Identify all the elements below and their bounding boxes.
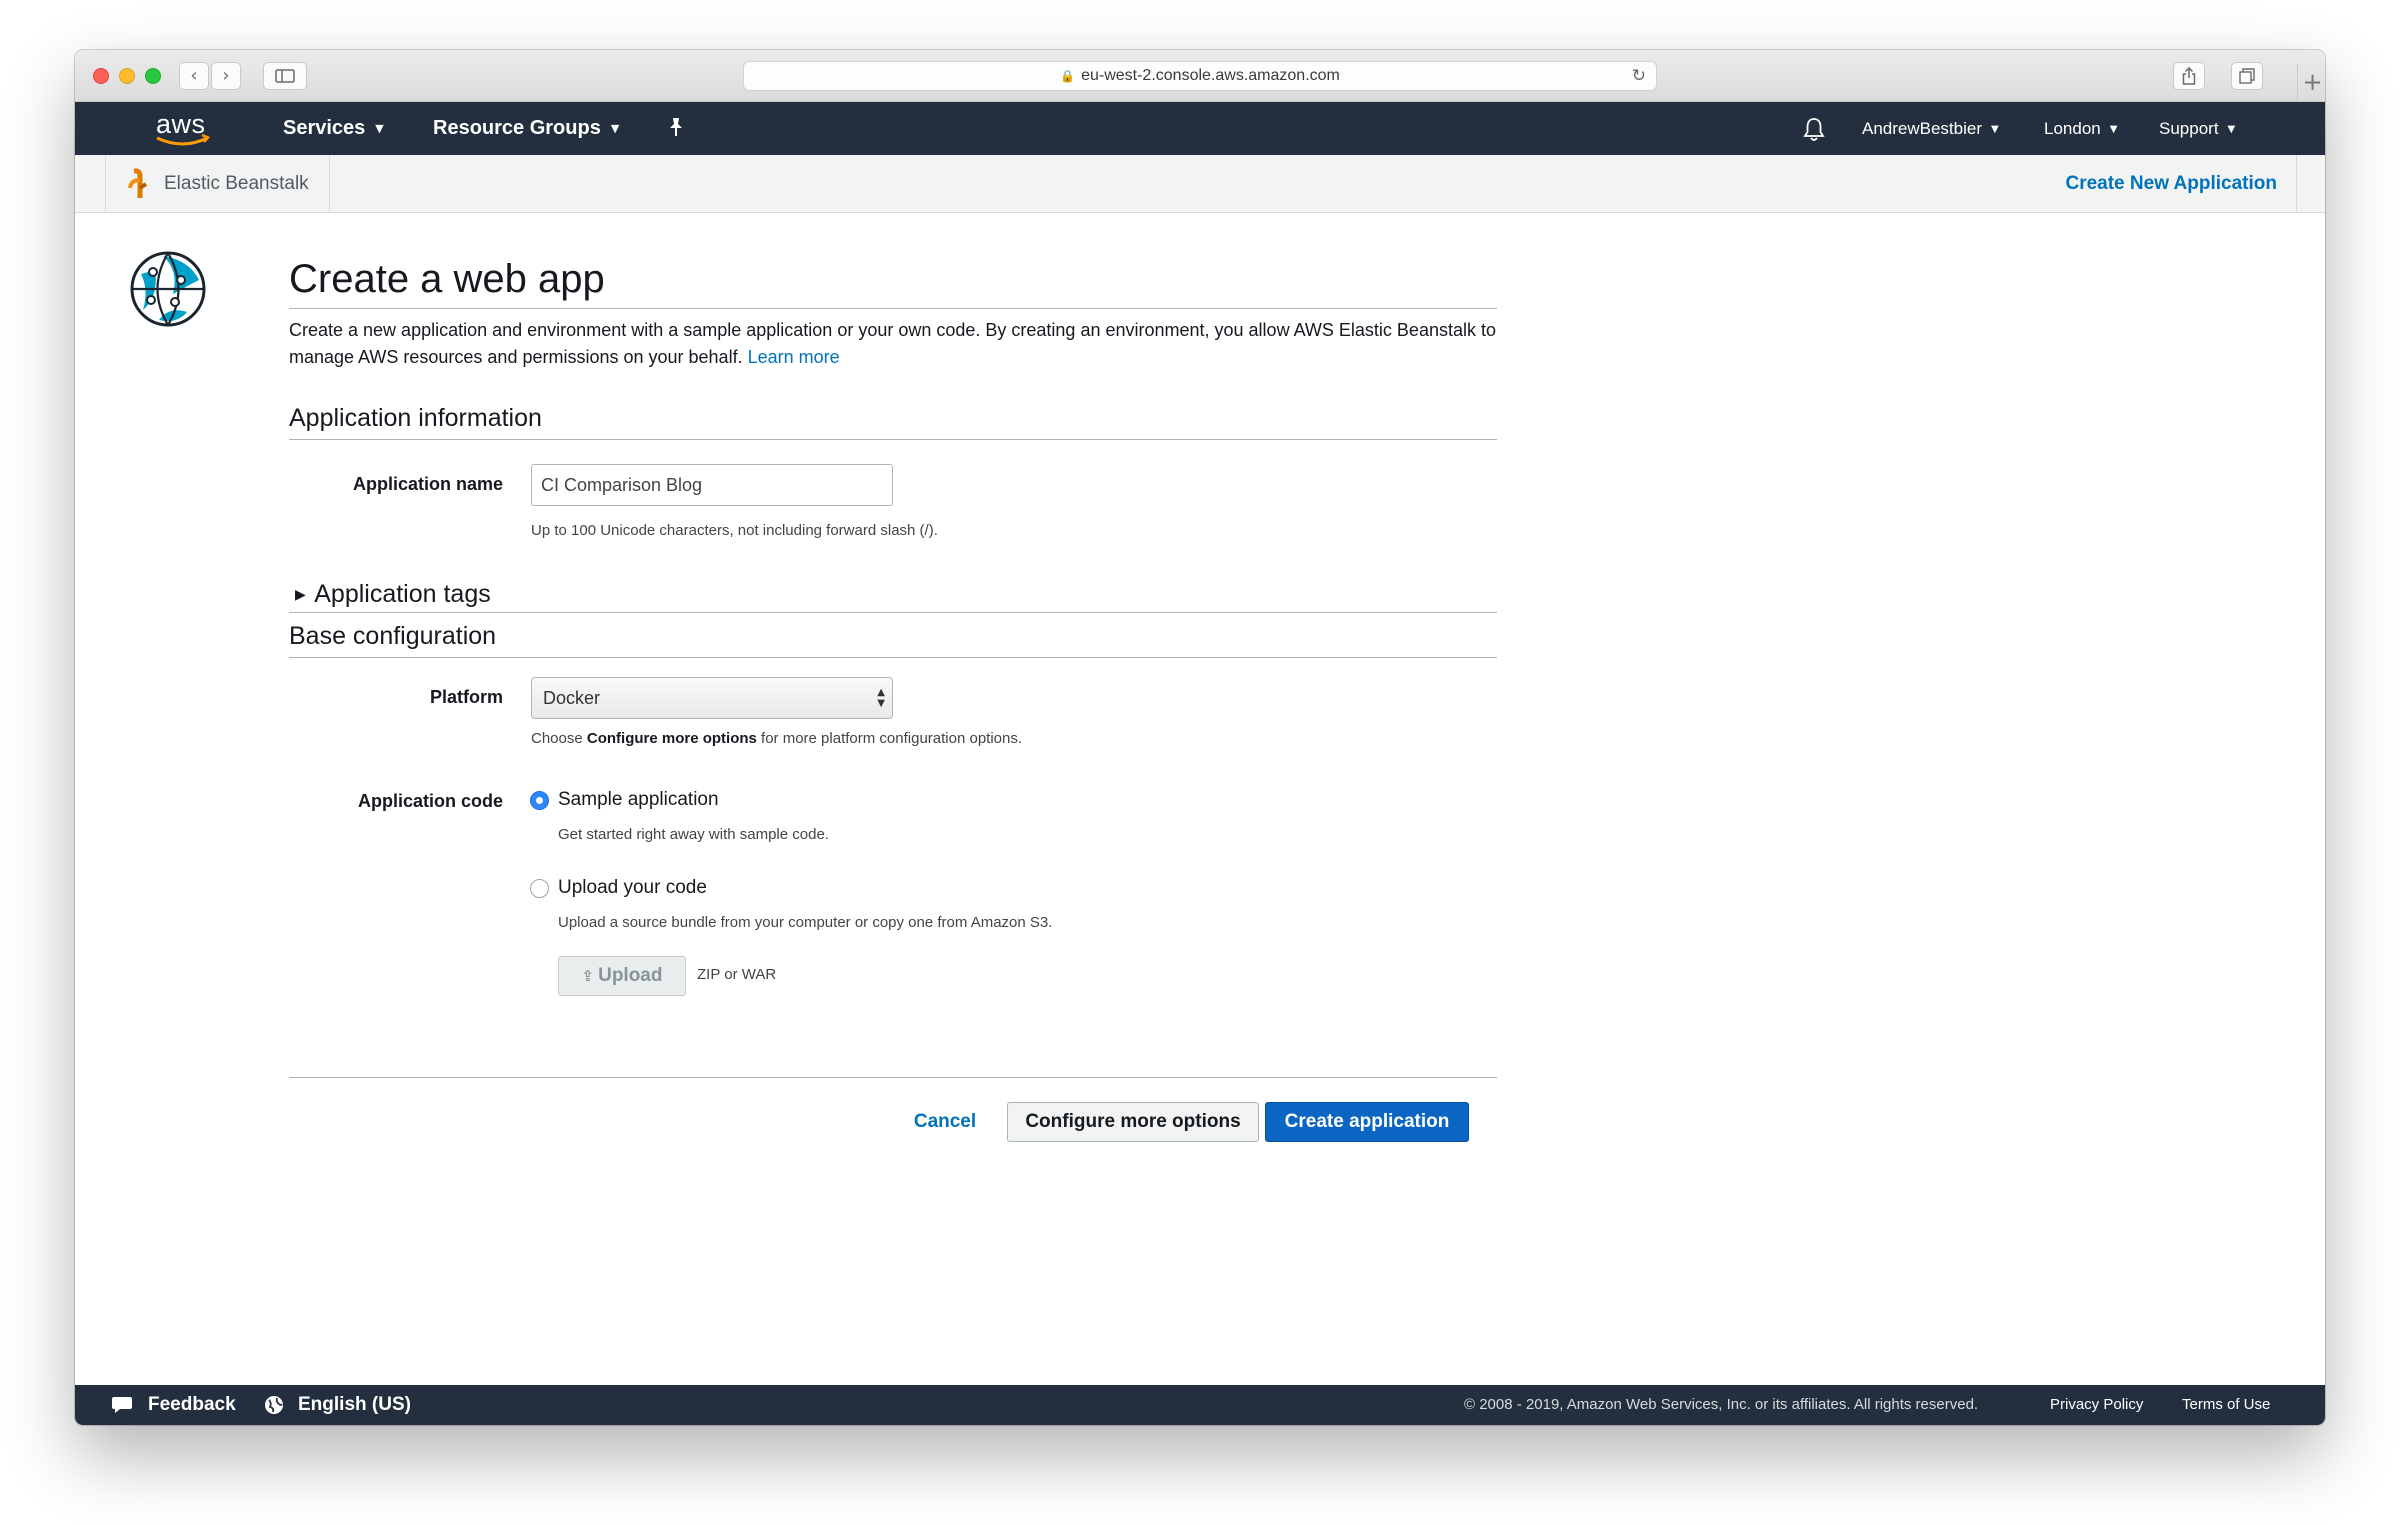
services-menu[interactable]: Services ▼ bbox=[283, 102, 384, 155]
account-menu[interactable]: AndrewBestbier ▼ bbox=[1862, 102, 1999, 155]
pin-icon[interactable] bbox=[667, 102, 685, 155]
upload-icon: ⇪ bbox=[581, 967, 595, 985]
account-name: AndrewBestbier bbox=[1862, 119, 1983, 138]
share-icon[interactable] bbox=[2173, 62, 2205, 90]
address-bar[interactable]: 🔒 eu-west-2.console.aws.amazon.com ↻ bbox=[743, 61, 1657, 91]
configure-more-options-button[interactable]: Configure more options bbox=[1007, 1102, 1259, 1142]
learn-more-link[interactable]: Learn more bbox=[748, 347, 840, 367]
url-text: eu-west-2.console.aws.amazon.com bbox=[1081, 67, 1340, 84]
create-application-button[interactable]: Create application bbox=[1265, 1102, 1469, 1142]
section-divider bbox=[289, 439, 1497, 440]
support-label: Support bbox=[2159, 119, 2219, 138]
chevron-down-icon: ▼ bbox=[2109, 124, 2118, 135]
privacy-policy-link[interactable]: Privacy Policy bbox=[2050, 1385, 2143, 1425]
platform-hint: Choose Configure more options for more p… bbox=[531, 730, 1022, 747]
zoom-window-button[interactable] bbox=[145, 68, 161, 84]
aws-navbar: aws Services ▼ Resource Groups ▼ AndrewBes… bbox=[75, 102, 2325, 155]
section-divider bbox=[289, 612, 1497, 613]
tabs-icon[interactable] bbox=[2231, 62, 2263, 90]
browser-toolbar: ‹ › 🔒 eu-west-2.console.aws.amazon.com ↻ … bbox=[75, 50, 2325, 102]
chevron-down-icon: ▼ bbox=[1991, 124, 1999, 135]
title-divider bbox=[289, 308, 1497, 309]
close-window-button[interactable] bbox=[93, 68, 109, 84]
application-information-heading: Application information bbox=[289, 404, 542, 432]
region-name: London bbox=[2044, 119, 2101, 138]
application-tags-heading[interactable]: Application tags bbox=[314, 580, 491, 608]
terms-of-use-link[interactable]: Terms of Use bbox=[2182, 1385, 2270, 1425]
actions-divider bbox=[289, 1077, 1497, 1078]
expand-triangle-icon[interactable]: ▶ bbox=[295, 587, 306, 603]
chevron-down-icon: ▼ bbox=[610, 122, 620, 135]
sample-application-radio[interactable] bbox=[530, 791, 549, 810]
forward-icon[interactable]: › bbox=[211, 62, 241, 90]
application-name-input[interactable]: CI Comparison Blog bbox=[531, 464, 893, 506]
resource-groups-label: Resource Groups bbox=[433, 117, 601, 139]
base-configuration-section: Base configuration bbox=[289, 622, 1497, 658]
aws-logo[interactable]: aws bbox=[153, 108, 213, 148]
support-menu[interactable]: Support ▼ bbox=[2159, 102, 2235, 155]
upload-button-label: Upload bbox=[598, 965, 663, 986]
platform-value: Docker bbox=[543, 688, 601, 708]
upload-code-hint: Upload a source bundle from your compute… bbox=[558, 914, 1053, 931]
section-divider bbox=[289, 657, 1497, 658]
feedback-link[interactable]: Feedback bbox=[148, 1385, 236, 1425]
services-label: Services bbox=[283, 117, 366, 139]
elastic-beanstalk-icon bbox=[128, 168, 148, 198]
globe-icon bbox=[130, 251, 206, 327]
application-name-label: Application name bbox=[352, 474, 503, 494]
service-name-label: Elastic Beanstalk bbox=[164, 173, 309, 194]
resource-groups-menu[interactable]: Resource Groups ▼ bbox=[433, 102, 619, 155]
language-selector[interactable]: English (US) bbox=[298, 1385, 411, 1425]
service-home-link[interactable]: Elastic Beanstalk bbox=[105, 155, 330, 212]
upload-code-label[interactable]: Upload your code bbox=[558, 877, 707, 899]
service-bar-divider bbox=[2296, 155, 2297, 212]
platform-hint-bold: Configure more options bbox=[586, 730, 757, 747]
service-bar: Elastic Beanstalk Create New Application bbox=[75, 155, 2325, 213]
copyright-text: © 2008 - 2019, Amazon Web Services, Inc.… bbox=[1464, 1396, 1979, 1413]
sample-application-hint: Get started right away with sample code. bbox=[558, 826, 829, 843]
chevron-down-icon: ▼ bbox=[375, 122, 384, 135]
base-configuration-heading: Base configuration bbox=[289, 622, 497, 650]
select-arrows-icon: ▲ ▼ bbox=[877, 687, 885, 709]
upload-code-radio[interactable] bbox=[530, 879, 549, 898]
feedback-icon bbox=[112, 1397, 132, 1413]
upload-button[interactable]: ⇪ Upload bbox=[558, 956, 686, 996]
application-tags-section[interactable]: ▶ Application tags bbox=[289, 580, 1497, 613]
sidebar-icon[interactable] bbox=[263, 62, 307, 90]
reload-icon[interactable]: ↻ bbox=[1632, 62, 1646, 90]
platform-label: Platform bbox=[429, 687, 503, 707]
page-description: Create a new application and environment… bbox=[289, 317, 1497, 371]
cancel-button[interactable]: Cancel bbox=[905, 1102, 985, 1142]
create-new-application-link[interactable]: Create New Application bbox=[2065, 155, 2277, 212]
upload-formats: ZIP or WAR bbox=[697, 966, 777, 983]
lock-icon: 🔒 bbox=[1060, 69, 1076, 83]
application-name-hint: Up to 100 Unicode characters, not includ… bbox=[531, 522, 938, 539]
application-code-label: Application code bbox=[357, 791, 503, 811]
sample-application-label[interactable]: Sample application bbox=[558, 789, 719, 811]
application-information-section: Application information bbox=[289, 404, 1497, 440]
browser-window: ‹ › 🔒 eu-west-2.console.aws.amazon.com ↻ … bbox=[75, 50, 2325, 1425]
minimize-window-button[interactable] bbox=[119, 68, 135, 84]
new-tab-icon[interactable]: + bbox=[2297, 64, 2325, 102]
platform-hint-prefix: Choose bbox=[531, 730, 583, 747]
platform-hint-suffix: for more platform configuration options. bbox=[761, 730, 1023, 747]
create-app-form: Create a web app Create a new applicatio… bbox=[289, 250, 1497, 371]
footer: Feedback English (US) © 2008 - 2019, Ama… bbox=[75, 1385, 2325, 1425]
platform-select[interactable]: Docker ▲ ▼ bbox=[531, 677, 893, 719]
region-menu[interactable]: London ▼ bbox=[2044, 102, 2117, 155]
description-text: Create a new application and environment… bbox=[289, 320, 1496, 367]
back-icon[interactable]: ‹ bbox=[179, 62, 209, 90]
chevron-down-icon: ▼ bbox=[2227, 124, 2236, 135]
bell-icon[interactable] bbox=[1803, 116, 1825, 142]
language-globe-icon bbox=[265, 1396, 283, 1414]
page-title: Create a web app bbox=[289, 257, 605, 301]
